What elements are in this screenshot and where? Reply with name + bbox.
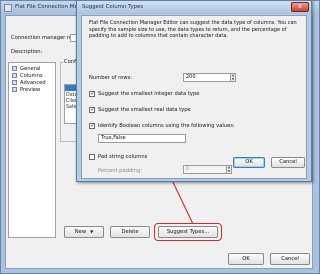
- percent-padding-label: Percent padding:: [98, 168, 142, 174]
- rows-label: Number of rows:: [89, 75, 133, 81]
- rows-input[interactable]: 200: [183, 73, 231, 82]
- suggest-column-types-dialog: Suggest Column Types x Flat File Connect…: [76, 0, 312, 182]
- dialog-title: Suggest Column Types: [82, 4, 144, 10]
- delete-button[interactable]: Delete: [110, 226, 150, 238]
- boolean-columns-label: Identify Boolean columns using the follo…: [98, 123, 235, 129]
- app-icon: [4, 4, 12, 12]
- boolean-values-input[interactable]: True,False: [98, 134, 186, 143]
- advanced-page-icon: [12, 80, 17, 85]
- boolean-columns-checkbox[interactable]: [89, 122, 95, 129]
- real-type-checkbox[interactable]: [89, 106, 95, 113]
- general-page-icon: [12, 66, 17, 71]
- rows-spinner[interactable]: ▲ ▼: [231, 73, 236, 82]
- close-icon[interactable]: x: [291, 2, 309, 12]
- dropdown-arrow-icon: ▼: [90, 229, 94, 234]
- ok-button[interactable]: OK: [228, 253, 264, 265]
- preview-page-icon: [12, 87, 17, 92]
- columns-page-icon: [12, 73, 17, 78]
- dialog-cancel-button[interactable]: Cancel: [271, 157, 305, 168]
- percent-padding-spinner[interactable]: ▲ ▼: [227, 165, 232, 174]
- integer-type-checkbox[interactable]: [89, 90, 95, 97]
- pad-strings-checkbox[interactable]: [89, 154, 95, 160]
- integer-type-label: Suggest the smallest integer data type: [98, 91, 200, 97]
- description-label: Description:: [11, 49, 43, 55]
- cancel-button[interactable]: Cancel: [270, 253, 310, 265]
- dialog-ok-button[interactable]: OK: [233, 157, 265, 168]
- percent-padding-input[interactable]: 0: [183, 165, 227, 174]
- dialog-description: Flat File Connection Manager Editor can …: [89, 20, 297, 40]
- real-type-label: Suggest the smallest real data type: [98, 107, 191, 113]
- suggest-types-highlight: [154, 223, 222, 241]
- dialog-titlebar: Suggest Column Types x: [77, 1, 311, 14]
- new-button[interactable]: New ▼: [64, 226, 104, 238]
- pad-strings-label: Pad string columns: [98, 154, 148, 160]
- navigation-list: General Columns Advanced Preview: [8, 62, 56, 238]
